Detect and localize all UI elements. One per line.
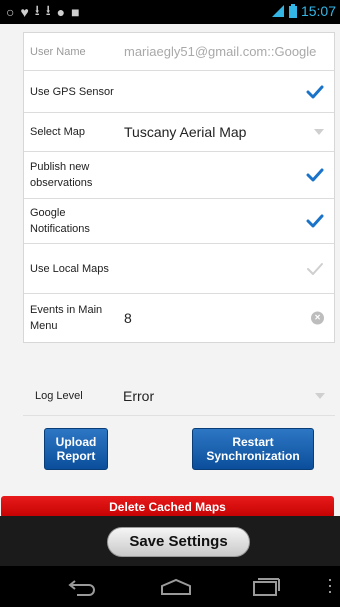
signal-icon [271, 4, 285, 18]
checkmark-icon [307, 262, 323, 275]
notification-icons: ○ ♥ ⭳ ⭳ ● ■ [6, 2, 80, 22]
clear-icon[interactable]: × [311, 311, 324, 325]
overflow-menu-icon[interactable] [328, 579, 332, 593]
gamepad-icon: ● [56, 4, 66, 20]
google-notifications-row[interactable]: Google Notifications [24, 199, 334, 244]
upload-report-button[interactable]: Upload Report [44, 428, 108, 470]
checkmark-icon [306, 168, 324, 182]
use-local-maps-row[interactable]: Use Local Maps [24, 244, 334, 294]
events-main-menu-row[interactable]: Events in Main Menu 8 × [24, 294, 334, 342]
log-level-row[interactable]: Log Level Error [23, 376, 335, 416]
events-main-menu-input[interactable]: 8 [116, 310, 334, 326]
use-gps-checkbox[interactable] [306, 85, 324, 99]
events-main-menu-label: Events in Main Menu [30, 304, 103, 332]
log-level-label: Log Level [35, 389, 83, 402]
select-map-row[interactable]: Select Map Tuscany Aerial Map [24, 113, 334, 152]
select-map-label: Select Map [30, 126, 86, 138]
restart-synchronization-button[interactable]: Restart Synchronization [192, 428, 314, 470]
log-level-dropdown[interactable]: Error [115, 388, 154, 404]
use-gps-row[interactable]: Use GPS Sensor [24, 71, 334, 113]
back-icon[interactable] [62, 576, 102, 598]
navigation-bar [0, 566, 340, 607]
save-settings-button[interactable]: Save Settings [107, 527, 250, 557]
user-name-row: User Name mariaegly51@gmail.com::Google [24, 33, 334, 71]
settings-screen: User Name mariaegly51@gmail.com::Google … [0, 24, 340, 518]
battery-icon [288, 4, 297, 18]
use-local-maps-label: Use Local Maps [30, 262, 109, 275]
download-icon: ⭳ [45, 2, 51, 18]
download-icon: ⭳ [34, 2, 40, 18]
use-local-maps-checkbox[interactable] [306, 262, 324, 276]
dropdown-arrow-icon [314, 129, 324, 135]
bag-icon: ■ [71, 4, 80, 20]
google-notifications-label: Google Notifications [30, 207, 90, 235]
publish-observations-label: Publish new observations [30, 161, 93, 189]
clock: 15:07 [300, 3, 336, 19]
recent-apps-icon[interactable] [246, 576, 286, 598]
publish-observations-row[interactable]: Publish new observations [24, 152, 334, 199]
status-bar: ○ ♥ ⭳ ⭳ ● ■ 15:07 [0, 0, 340, 24]
checkmark-icon [306, 85, 324, 98]
publish-observations-checkbox[interactable] [306, 168, 324, 182]
use-gps-label: Use GPS Sensor [30, 85, 114, 98]
dropdown-arrow-icon [315, 393, 325, 399]
ring-icon: ○ [6, 4, 15, 20]
home-icon[interactable] [156, 576, 196, 598]
delete-cached-maps-button[interactable]: Delete Cached Maps [1, 496, 334, 518]
user-name-field: mariaegly51@gmail.com::Google [124, 44, 317, 59]
user-name-label: User Name [30, 45, 86, 58]
checkmark-icon [306, 214, 324, 228]
location-icon: ♥ [20, 4, 29, 20]
select-map-dropdown[interactable]: Tuscany Aerial Map [116, 124, 334, 140]
status-right: 15:07 [271, 3, 336, 19]
settings-panel: User Name mariaegly51@gmail.com::Google … [23, 32, 335, 343]
google-notifications-checkbox[interactable] [306, 214, 324, 228]
